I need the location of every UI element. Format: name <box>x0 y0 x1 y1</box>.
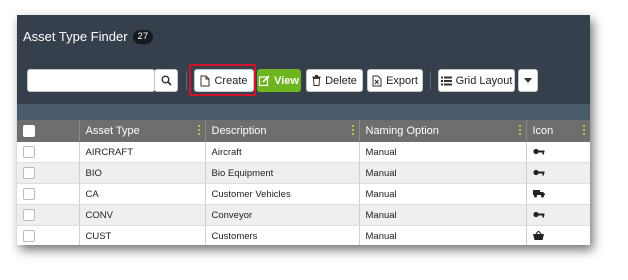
basket-icon <box>532 231 544 241</box>
record-count-badge: 27 <box>132 29 154 44</box>
column-header-label: Asset Type <box>85 125 140 137</box>
delete-button[interactable]: Delete <box>306 69 363 92</box>
table-row[interactable]: CUST Customers Manual <box>17 225 590 245</box>
icon-cell <box>526 142 590 163</box>
search-icon <box>161 75 172 86</box>
asset-type-cell: CA <box>79 183 206 205</box>
icon-cell <box>526 162 590 184</box>
column-resize-handle[interactable] <box>582 125 585 136</box>
page-title-text: Asset Type Finder <box>23 29 128 44</box>
row-select-cell <box>17 183 80 205</box>
asset-type-cell: CUST <box>79 225 206 245</box>
export-button[interactable]: Export <box>367 69 423 92</box>
row-checkbox[interactable] <box>23 167 35 179</box>
naming-option-cell: Manual <box>359 162 527 184</box>
naming-option-cell: Manual <box>359 225 527 245</box>
view-button-label: View <box>274 74 299 87</box>
grid-header-row: Asset Type Description Naming Option Ico… <box>17 120 590 142</box>
header-band <box>17 104 590 120</box>
asset-type-cell: CONV <box>79 204 206 226</box>
row-select-cell <box>17 225 80 245</box>
naming-option-cell: Manual <box>359 183 527 205</box>
icon-cell <box>526 204 590 226</box>
truck-icon <box>532 190 545 198</box>
icon-cell <box>526 225 590 245</box>
row-checkbox[interactable] <box>23 209 35 221</box>
new-document-icon <box>200 75 210 86</box>
search-input[interactable] <box>27 69 155 92</box>
column-resize-handle[interactable] <box>197 125 200 136</box>
toolbar-divider <box>186 71 187 90</box>
trash-icon <box>312 75 321 86</box>
finder-header: Asset Type Finder 27 Create View Delete … <box>17 15 590 104</box>
select-all-checkbox[interactable] <box>23 125 35 138</box>
column-resize-handle[interactable] <box>351 125 354 136</box>
description-cell: Bio Equipment <box>205 162 360 184</box>
row-select-cell <box>17 162 80 184</box>
edit-icon <box>259 75 270 86</box>
column-header-label: Naming Option <box>365 125 439 137</box>
asset-type-cell: BIO <box>79 162 206 184</box>
export-file-icon <box>372 75 382 86</box>
column-header-icon[interactable]: Icon <box>526 120 590 142</box>
column-resize-handle[interactable] <box>518 125 521 136</box>
row-checkbox[interactable] <box>23 230 35 242</box>
toolbar-divider <box>430 71 431 90</box>
naming-option-cell: Manual <box>359 204 527 226</box>
page-title: Asset Type Finder 27 <box>23 29 154 44</box>
row-select-cell <box>17 142 80 163</box>
grid-layout-button-label: Grid Layout <box>455 74 513 87</box>
view-button[interactable]: View <box>257 69 301 92</box>
table-row[interactable]: CONV Conveyor Manual <box>17 204 590 226</box>
table-row[interactable]: BIO Bio Equipment Manual <box>17 162 590 184</box>
column-header-label: Description <box>211 125 267 137</box>
key-icon <box>532 149 544 155</box>
row-select-cell <box>17 204 80 226</box>
column-header-label: Icon <box>532 125 554 137</box>
key-icon <box>532 212 544 218</box>
create-button[interactable]: Create <box>194 69 254 92</box>
search-button[interactable] <box>154 69 178 92</box>
naming-option-cell: Manual <box>359 142 527 163</box>
icon-cell <box>526 183 590 205</box>
asset-type-cell: AIRCRAFT <box>79 142 206 163</box>
column-header-description[interactable]: Description <box>205 120 360 142</box>
description-cell: Aircraft <box>205 142 360 163</box>
export-button-label: Export <box>386 74 418 87</box>
grid-layout-button[interactable]: Grid Layout <box>438 69 515 92</box>
table-row[interactable]: AIRCRAFT Aircraft Manual <box>17 142 590 163</box>
select-all-header <box>17 120 80 142</box>
row-checkbox[interactable] <box>23 188 35 200</box>
table-row[interactable]: CA Customer Vehicles Manual <box>17 183 590 205</box>
grid-layout-dropdown-button[interactable] <box>518 69 538 92</box>
key-icon <box>532 170 544 176</box>
create-button-label: Create <box>214 74 248 87</box>
column-header-asset-type[interactable]: Asset Type <box>79 120 206 142</box>
row-checkbox[interactable] <box>23 146 35 158</box>
description-cell: Customer Vehicles <box>205 183 360 205</box>
column-header-naming-option[interactable]: Naming Option <box>359 120 527 142</box>
description-cell: Customers <box>205 225 360 245</box>
asset-type-grid: Asset Type Description Naming Option Ico… <box>17 120 590 245</box>
asset-type-finder-window: Asset Type Finder 27 Create View Delete … <box>17 15 590 245</box>
description-cell: Conveyor <box>205 204 360 226</box>
caret-down-icon <box>524 78 532 83</box>
list-icon <box>440 76 452 85</box>
delete-button-label: Delete <box>325 74 357 87</box>
